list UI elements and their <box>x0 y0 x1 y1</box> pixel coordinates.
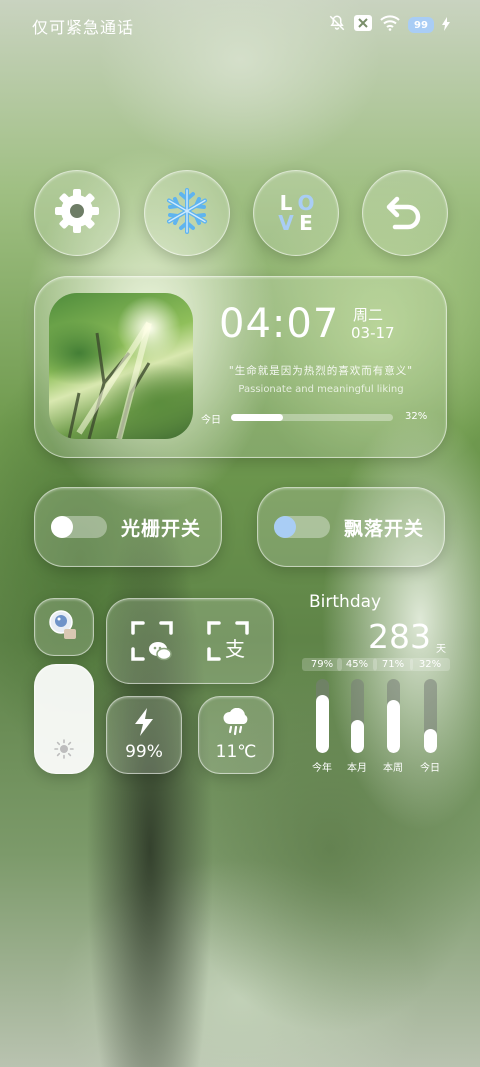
battery-icon: 99 <box>408 17 434 33</box>
bar-label: 本周 <box>383 763 403 774</box>
mute-icon <box>328 14 346 36</box>
weather-tile[interactable]: 11℃ <box>198 696 274 774</box>
clock-time: 04:07 <box>219 301 340 347</box>
toggle-knob <box>51 516 73 538</box>
falling-switch-label: 飘落开关 <box>344 517 425 540</box>
quote-cn: "生命就是因为热烈的喜欢而有意义" <box>228 365 414 377</box>
clock-widget[interactable]: 04:07 周二 03-17 "生命就是因为热烈的喜欢而有意义" Passion… <box>34 276 447 458</box>
status-icons: 99 <box>328 14 450 36</box>
bar-column: 79% 今年 <box>302 658 342 774</box>
falling-toggle[interactable] <box>274 516 330 538</box>
snowflake-button[interactable] <box>144 170 230 256</box>
alipay-scan-icon[interactable]: 支 <box>207 621 249 665</box>
gear-icon <box>52 186 102 240</box>
back-button[interactable] <box>362 170 448 256</box>
bar-percent: 32% <box>410 658 450 671</box>
bar-fill <box>423 729 437 753</box>
bar-label: 今日 <box>420 763 440 774</box>
bar-fill <box>386 700 400 753</box>
love-letter: L <box>279 191 293 215</box>
wechat-scan-icon[interactable] <box>131 621 173 665</box>
bar-column: 32% 今日 <box>410 658 450 774</box>
grating-switch[interactable]: 光栅开关 <box>34 487 222 567</box>
progress-percent: 32% <box>405 411 428 422</box>
status-text: 仅可紧急通话 <box>32 18 135 37</box>
day-progress-bar <box>231 414 393 421</box>
bar-percent: 71% <box>373 658 413 671</box>
love-button[interactable]: L O V E <box>253 170 339 256</box>
bar-column: 45% 本月 <box>337 658 377 774</box>
battery-level: 99 <box>414 19 428 31</box>
brightness-slider[interactable] <box>34 664 94 774</box>
bar-track <box>350 679 364 753</box>
love-letter: V <box>278 211 294 235</box>
day-progress-fill <box>231 414 283 421</box>
bar-fill <box>350 719 364 753</box>
birthday-unit: 天 <box>436 644 446 655</box>
scan-widget: 支 <box>106 598 274 684</box>
bar-track <box>386 679 400 753</box>
status-bar: 仅可紧急通话 99 <box>0 0 480 48</box>
sun-icon <box>54 739 74 763</box>
weekday: 周二 <box>353 306 384 324</box>
progress-label: 今日 <box>201 415 221 426</box>
bar-label: 今年 <box>312 763 332 774</box>
falling-switch[interactable]: 飘落开关 <box>257 487 445 567</box>
bar-label: 本月 <box>347 763 367 774</box>
lightning-icon <box>133 708 155 740</box>
wifi-icon <box>380 15 400 35</box>
bar-percent: 79% <box>302 658 342 671</box>
grating-switch-label: 光栅开关 <box>121 517 202 540</box>
weather-value: 11℃ <box>215 742 257 762</box>
love-icon: L O V E <box>276 193 316 233</box>
battery-value: 99% <box>125 742 163 762</box>
bar-track <box>315 679 329 753</box>
love-letter: E <box>299 211 313 235</box>
love-letter: O <box>297 191 315 215</box>
bar-column: 71% 本周 <box>373 658 413 774</box>
astronaut-icon <box>47 608 81 646</box>
alipay-glyph: 支 <box>225 637 245 661</box>
back-arrow-icon <box>381 187 429 239</box>
rain-cloud-icon <box>221 707 251 740</box>
no-sim-icon <box>354 15 372 35</box>
battery-tile[interactable]: 99% <box>106 696 182 774</box>
forest-photo <box>49 293 193 439</box>
quote-en: Passionate and meaningful liking <box>238 384 404 395</box>
charging-icon <box>442 16 450 35</box>
date: 03-17 <box>351 324 395 342</box>
grating-toggle[interactable] <box>51 516 107 538</box>
settings-button[interactable] <box>34 170 120 256</box>
bar-fill <box>315 694 329 753</box>
birthday-days: 283 <box>368 617 431 656</box>
toggle-knob <box>274 516 296 538</box>
bar-track <box>423 679 437 753</box>
sticker-button[interactable] <box>34 598 94 656</box>
birthday-title: Birthday <box>309 592 382 612</box>
bar-percent: 45% <box>337 658 377 671</box>
snowflake-icon <box>162 186 212 240</box>
